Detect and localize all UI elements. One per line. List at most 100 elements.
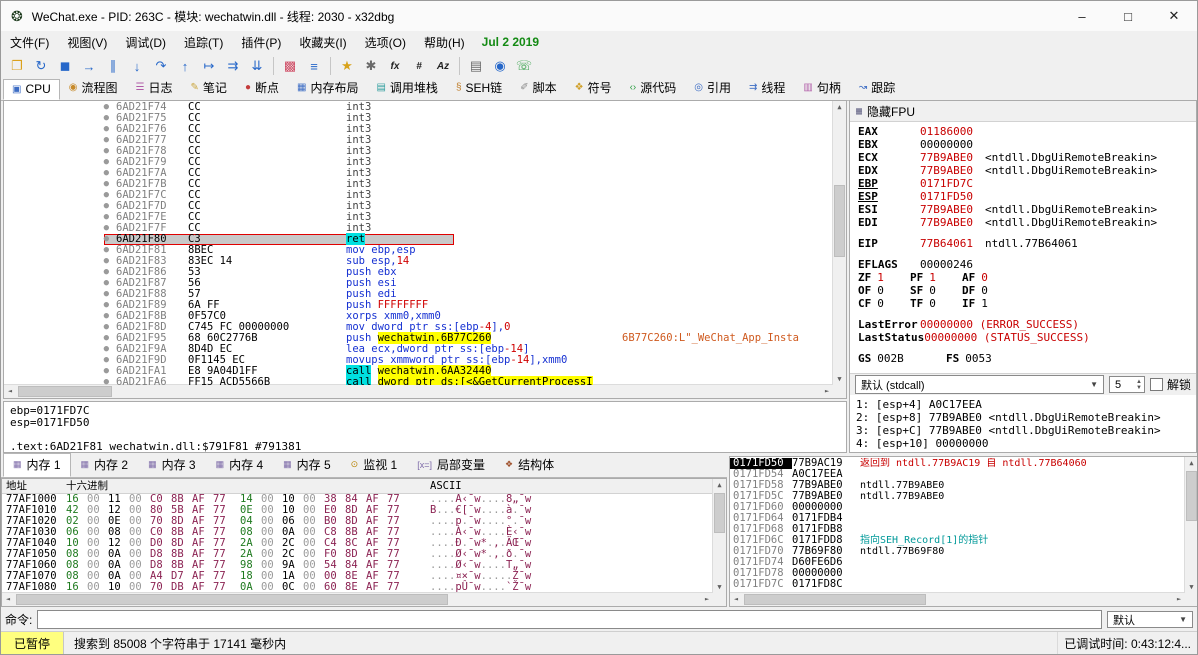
tab-handles[interactable]: ▥句柄 — [794, 76, 849, 100]
call-arg-row[interactable]: 4: [esp+10] 00000000 — [856, 437, 1196, 450]
register-row[interactable]: LastStatus00000000 (STATUS_SUCCESS) — [858, 331, 1196, 344]
scroll-thumb[interactable] — [834, 185, 845, 257]
register-row[interactable]: EDI77B9ABE0<ntdll.DbgUiRemoteBreakin> — [858, 216, 1196, 229]
scroll-left-icon[interactable]: ◄ — [730, 593, 742, 606]
settings-button[interactable]: ✱ — [359, 55, 383, 77]
flag-pair[interactable]: ZF1 — [858, 271, 910, 284]
breakpoint-dot[interactable]: ● — [4, 366, 116, 377]
breakpoint-dot[interactable]: ● — [4, 333, 116, 344]
tab-memory-5[interactable]: ▦内存 5 — [273, 453, 341, 477]
tab-locals[interactable]: [x=]局部变量 — [407, 453, 495, 477]
scroll-thumb[interactable] — [16, 594, 448, 605]
register-row[interactable]: EDX77B9ABE0<ntdll.DbgUiRemoteBreakin> — [858, 164, 1196, 177]
breakpoint-dot[interactable]: ● — [4, 278, 116, 289]
stop-button[interactable]: ◼ — [53, 55, 77, 77]
menu-item[interactable]: 选项(O) — [356, 31, 415, 54]
tab-graph[interactable]: ◉流程图 — [60, 76, 127, 100]
stack-vscrollbar[interactable]: ▲ ▼ — [1184, 457, 1198, 593]
tab-memory-4[interactable]: ▦内存 4 — [206, 453, 274, 477]
tab-memory-1[interactable]: ▦内存 1 — [3, 453, 71, 477]
tab-references-tab[interactable]: ◎引用 — [685, 76, 740, 100]
minimize-button[interactable]: – — [1059, 1, 1105, 31]
register-row[interactable]: EBX00000000 — [858, 138, 1196, 151]
breakpoint-dot[interactable]: ● — [4, 168, 116, 179]
disasm-hscrollbar[interactable]: ◄ ► — [4, 384, 833, 398]
scroll-up-icon[interactable]: ▲ — [1185, 457, 1198, 469]
breakpoint-dot[interactable]: ● — [4, 212, 116, 223]
menu-item[interactable]: 调试(D) — [116, 31, 175, 54]
flag-pair[interactable]: TF0 — [910, 297, 962, 310]
breakpoint-dot[interactable]: ● — [4, 289, 116, 300]
register-row[interactable]: CF0TF0IF1 — [858, 297, 1196, 310]
tab-trace[interactable]: ↝跟踪 — [850, 76, 904, 100]
breakpoint-dot[interactable]: ● — [4, 102, 116, 113]
spinner-arrows-icon[interactable]: ▲▼ — [1136, 379, 1144, 391]
breakpoint-dot[interactable]: ● — [4, 245, 116, 256]
scroll-left-icon[interactable]: ◄ — [2, 593, 14, 606]
tab-seh[interactable]: §SEH链 — [447, 76, 511, 100]
maximize-button[interactable]: □ — [1105, 1, 1151, 31]
breakpoint-dot[interactable]: ● — [4, 223, 116, 234]
breakpoint-dot[interactable]: ● — [4, 234, 116, 245]
register-row[interactable]: EBP0171FD7C — [858, 177, 1196, 190]
breakpoint-dot[interactable]: ● — [4, 344, 116, 355]
tab-breakpoints[interactable]: ●断点 — [236, 76, 288, 100]
register-row[interactable]: ECX77B9ABE0<ntdll.DbgUiRemoteBreakin> — [858, 151, 1196, 164]
call-arg-row[interactable]: 3: [esp+C] 77B9ABE0 <ntdll.DbgUiRemoteBr… — [856, 424, 1196, 437]
breakpoint-dot[interactable]: ● — [4, 135, 116, 146]
breakpoint-dot[interactable]: ● — [4, 267, 116, 278]
breakpoint-dot[interactable]: ● — [4, 124, 116, 135]
register-row[interactable]: OF0SF0DF0 — [858, 284, 1196, 297]
stack-hscrollbar[interactable]: ◄ ► — [730, 592, 1185, 606]
pause-button[interactable]: ∥ — [101, 55, 125, 77]
graph-tool-button[interactable]: ◉ — [488, 55, 512, 77]
breakpoint-dot[interactable]: ● — [4, 355, 116, 366]
flag-pair[interactable]: CF0 — [858, 297, 910, 310]
breakpoint-dot[interactable]: ● — [4, 300, 116, 311]
run-until-button[interactable]: ↦ — [197, 55, 221, 77]
menu-item[interactable]: 文件(F) — [1, 31, 58, 54]
menu-item[interactable]: 插件(P) — [232, 31, 290, 54]
flag-pair[interactable]: GS002B — [858, 352, 946, 365]
dump-hscrollbar[interactable]: ◄ ► — [2, 592, 713, 606]
unlock-checkbox[interactable] — [1150, 378, 1163, 391]
breakpoint-dot[interactable]: ● — [4, 322, 116, 333]
step-over-button[interactable]: ↷ — [149, 55, 173, 77]
scroll-right-icon[interactable]: ► — [701, 593, 713, 606]
command-profile-dropdown[interactable]: 默认 ▼ — [1107, 611, 1193, 628]
breakpoint-dot[interactable]: ● — [4, 190, 116, 201]
run-button[interactable]: → — [77, 55, 101, 77]
breakpoint-dot[interactable]: ● — [4, 113, 116, 124]
tab-cpu[interactable]: ▣CPU — [3, 79, 60, 100]
tab-log[interactable]: ☰日志 — [127, 76, 182, 100]
breakpoint-dot[interactable]: ● — [4, 201, 116, 212]
scroll-right-icon[interactable]: ► — [821, 385, 833, 398]
scroll-down-icon[interactable]: ▼ — [713, 581, 726, 593]
tab-memory-map[interactable]: ▦内存布局 — [288, 76, 367, 100]
register-row[interactable]: ESI77B9ABE0<ntdll.DbgUiRemoteBreakin> — [858, 203, 1196, 216]
highlight-button[interactable]: Az — [431, 55, 455, 77]
scroll-up-icon[interactable]: ▲ — [833, 101, 846, 113]
close-button[interactable]: ✕ — [1151, 1, 1197, 31]
register-row[interactable]: ESP0171FD50 — [858, 190, 1196, 203]
restart-button[interactable]: ↻ — [29, 55, 53, 77]
tab-memory-3[interactable]: ▦内存 3 — [138, 453, 206, 477]
scroll-down-icon[interactable]: ▼ — [833, 373, 846, 385]
menu-item[interactable]: 收藏夹(I) — [290, 31, 355, 54]
breakpoint-dot[interactable]: ● — [4, 157, 116, 168]
register-row[interactable]: ZF1PF1AF0 — [858, 271, 1196, 284]
arg-count-spinner[interactable]: 5 ▲▼ — [1109, 376, 1145, 393]
unlock-control[interactable]: 解锁 — [1150, 376, 1191, 393]
patches-button[interactable]: ▩ — [278, 55, 302, 77]
tab-notes[interactable]: ✎笔记 — [182, 76, 236, 100]
menu-item[interactable]: 追踪(T) — [175, 31, 232, 54]
breakpoint-dot[interactable]: ● — [4, 311, 116, 322]
call-arg-row[interactable]: 2: [esp+8] 77B9ABE0 <ntdll.DbgUiRemoteBr… — [856, 411, 1196, 424]
fpu-toggle-label[interactable]: 隐藏FPU — [867, 103, 915, 120]
flag-pair[interactable]: IF1 — [962, 297, 1014, 310]
tab-watch-1[interactable]: ⊙监视 1 — [341, 453, 408, 477]
trace-into-button[interactable]: ⇊ — [245, 55, 269, 77]
open-file-button[interactable]: ❐ — [5, 55, 29, 77]
register-row[interactable]: GS002BFS0053 — [858, 352, 1196, 365]
references-button[interactable]: ≡ — [302, 55, 326, 77]
